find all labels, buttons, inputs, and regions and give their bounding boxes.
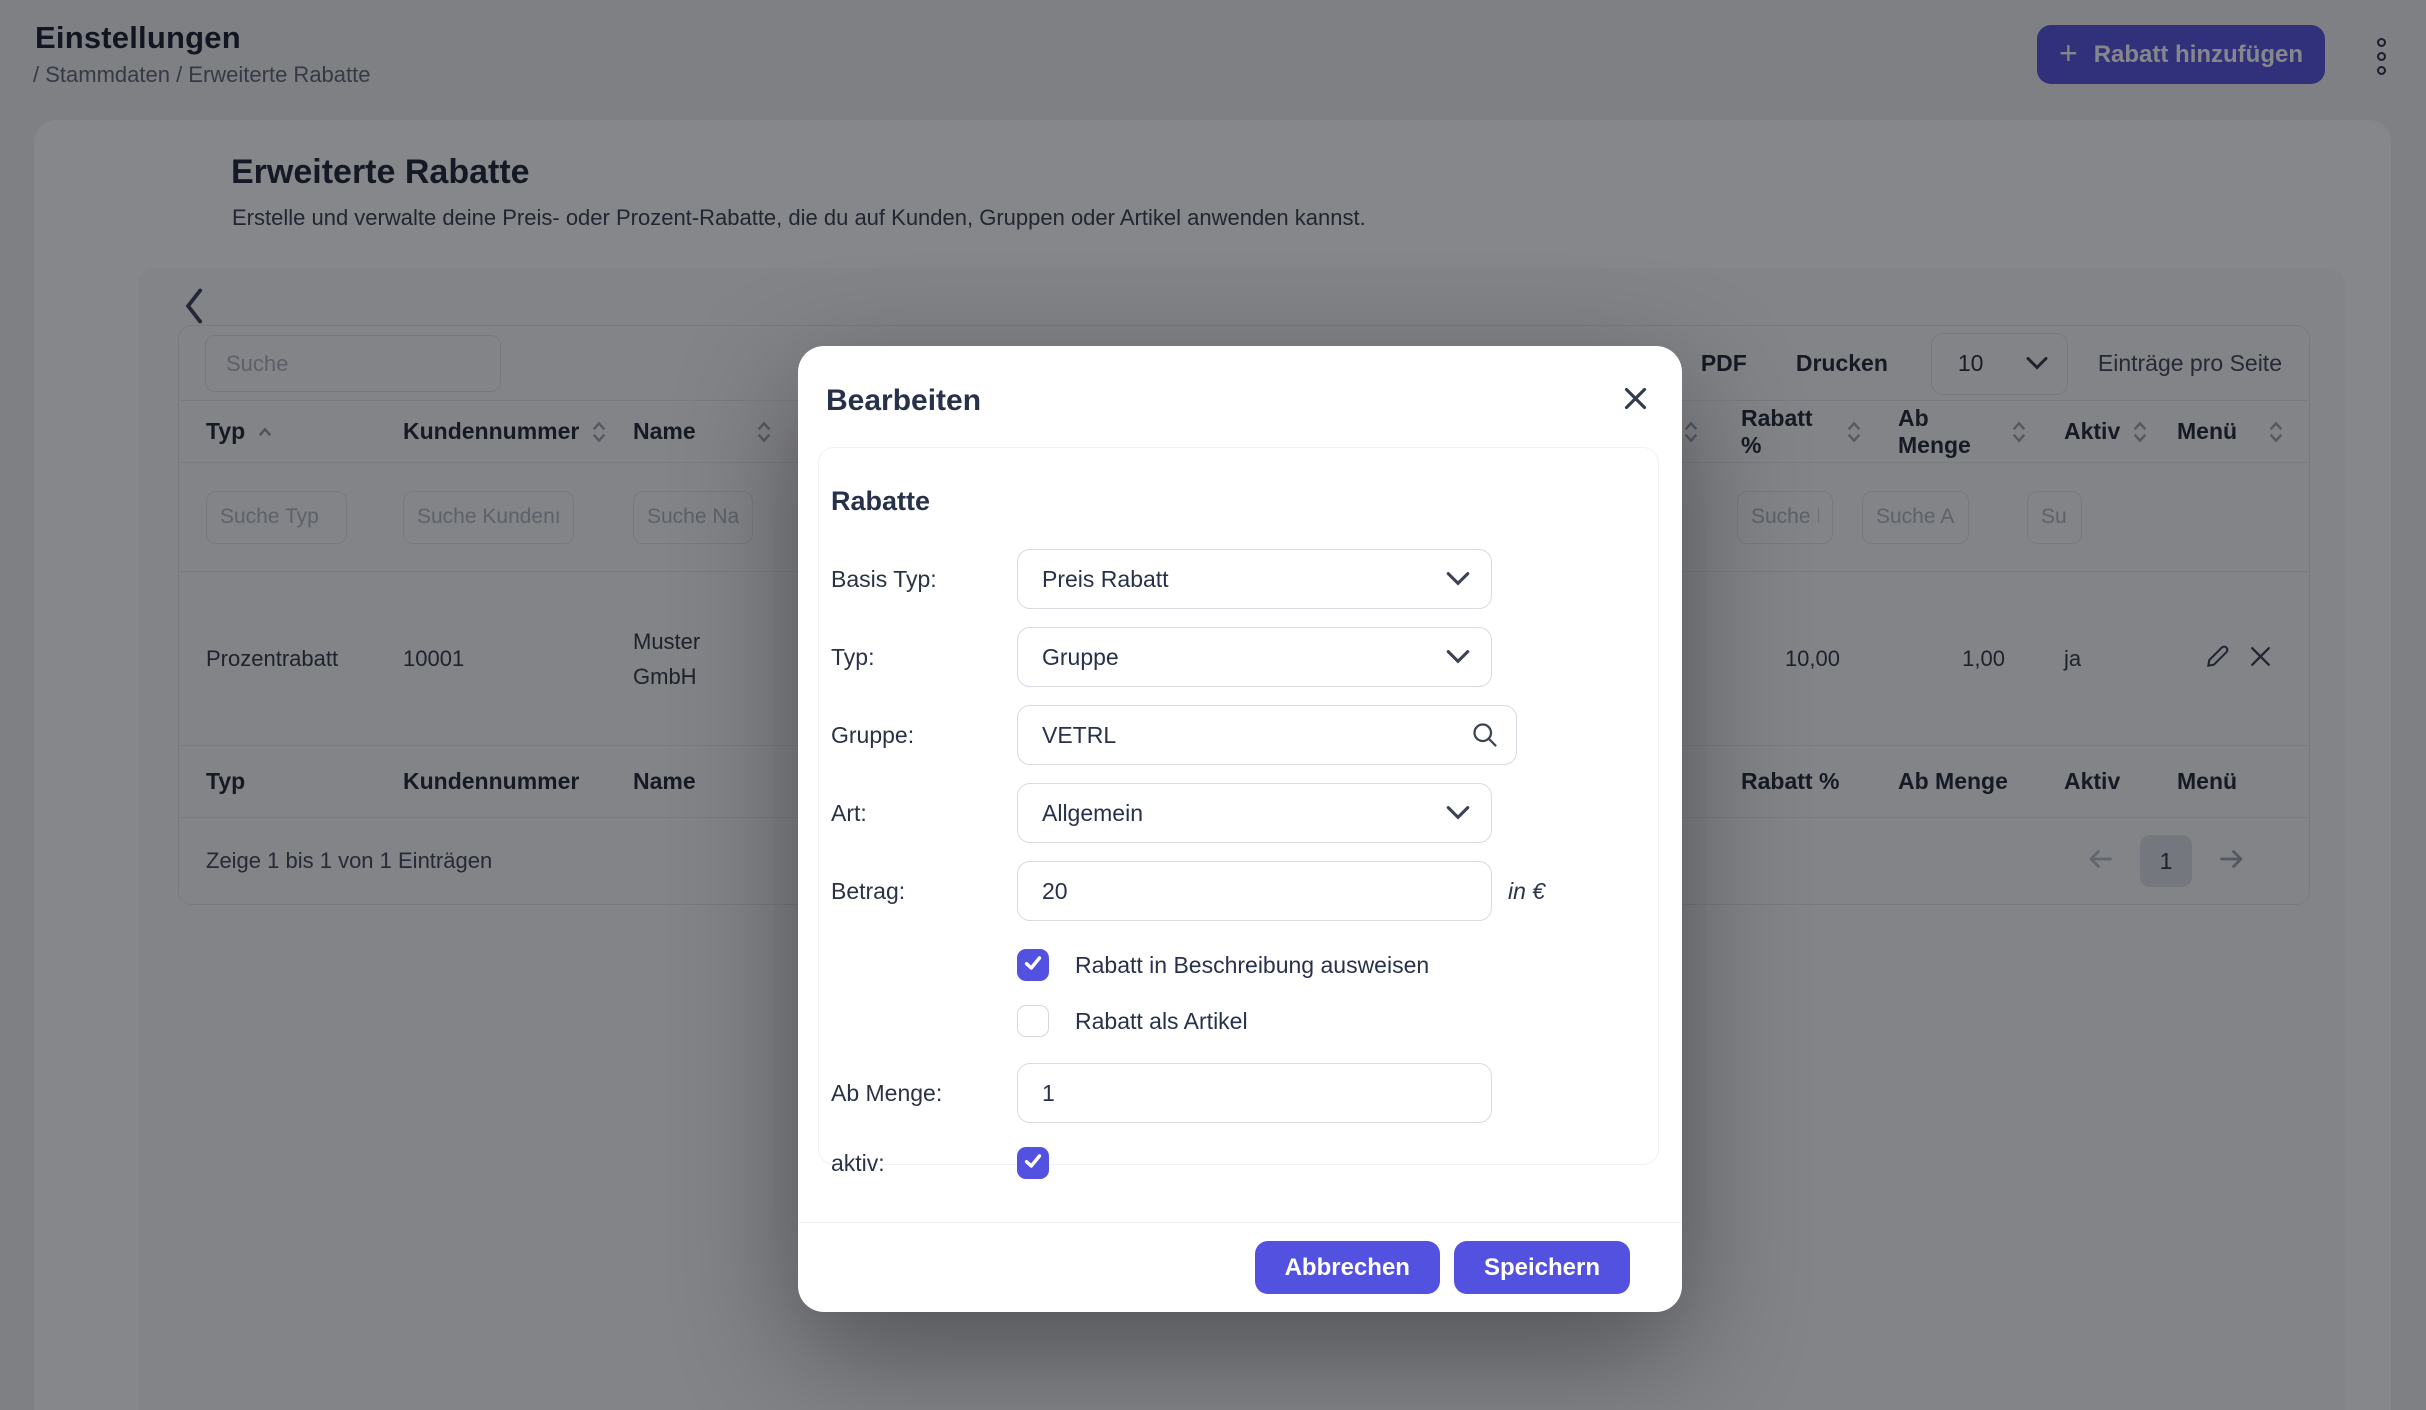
edit-discount-modal: Bearbeiten Rabatte Basis Typ: Preis Raba… bbox=[798, 346, 1682, 1312]
ab-menge-label: Ab Menge: bbox=[831, 1080, 1017, 1107]
modal-footer: Abbrechen Speichern bbox=[798, 1222, 1682, 1312]
basis-typ-select[interactable]: Preis Rabatt bbox=[1017, 549, 1492, 609]
betrag-label: Betrag: bbox=[831, 878, 1017, 905]
save-button[interactable]: Speichern bbox=[1454, 1241, 1630, 1294]
modal-form-container: Rabatte Basis Typ: Preis Rabatt Typ: Gru… bbox=[818, 447, 1659, 1165]
typ-label: Typ: bbox=[831, 644, 1017, 671]
chevron-down-icon bbox=[1445, 800, 1471, 827]
section-title: Rabatte bbox=[831, 486, 1658, 517]
basis-typ-value: Preis Rabatt bbox=[1042, 566, 1169, 593]
aktiv-checkbox[interactable] bbox=[1017, 1147, 1049, 1179]
gruppe-input[interactable] bbox=[1017, 705, 1517, 765]
typ-select[interactable]: Gruppe bbox=[1017, 627, 1492, 687]
modal-close-button[interactable] bbox=[1618, 381, 1653, 421]
close-icon bbox=[1622, 385, 1649, 417]
betrag-input[interactable] bbox=[1017, 861, 1492, 921]
gruppe-label: Gruppe: bbox=[831, 722, 1017, 749]
chevron-down-icon bbox=[1445, 566, 1471, 593]
ab-menge-input[interactable] bbox=[1017, 1063, 1492, 1123]
search-icon[interactable] bbox=[1470, 720, 1500, 755]
modal-title: Bearbeiten bbox=[826, 384, 981, 418]
basis-typ-label: Basis Typ: bbox=[831, 566, 1017, 593]
rabatt-artikel-label: Rabatt als Artikel bbox=[1075, 1008, 1248, 1035]
art-label: Art: bbox=[831, 800, 1017, 827]
rabatt-beschreibung-checkbox[interactable] bbox=[1017, 949, 1049, 981]
rabatt-artikel-checkbox[interactable] bbox=[1017, 1005, 1049, 1037]
art-select[interactable]: Allgemein bbox=[1017, 783, 1492, 843]
check-icon bbox=[1023, 953, 1043, 978]
chevron-down-icon bbox=[1445, 644, 1471, 671]
cancel-button[interactable]: Abbrechen bbox=[1255, 1241, 1440, 1294]
typ-value: Gruppe bbox=[1042, 644, 1119, 671]
rabatt-beschreibung-label: Rabatt in Beschreibung ausweisen bbox=[1075, 952, 1429, 979]
betrag-suffix: in € bbox=[1508, 878, 1545, 905]
check-icon bbox=[1023, 1151, 1043, 1176]
aktiv-label: aktiv: bbox=[831, 1150, 1017, 1177]
art-value: Allgemein bbox=[1042, 800, 1143, 827]
